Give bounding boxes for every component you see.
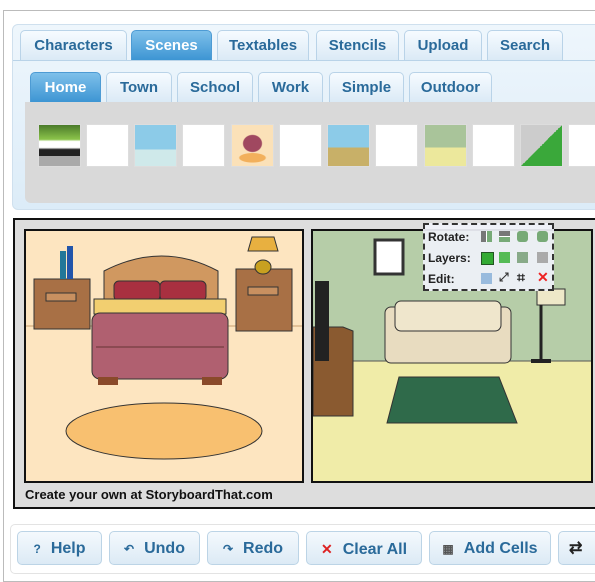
tab-scenes[interactable]: Scenes	[131, 30, 212, 60]
subtab-outdoor[interactable]: Outdoor	[409, 72, 492, 102]
canvas-caption: Create your own at StoryboardThat.com	[25, 487, 273, 502]
scene-thumbnail[interactable]	[182, 124, 225, 167]
scene-thumbnail[interactable]	[86, 124, 129, 167]
scene-thumbnails	[25, 102, 595, 203]
grid-icon: ▦	[442, 542, 454, 556]
scene-thumbnail[interactable]	[231, 124, 274, 167]
scene-thumbnail[interactable]	[134, 124, 177, 167]
undo-button[interactable]: ↶ Undo	[109, 531, 200, 565]
flip-horizontal-icon[interactable]	[481, 231, 492, 242]
scene-thumbnail[interactable]	[472, 124, 515, 167]
scene-thumbnail[interactable]	[38, 124, 81, 167]
copy-icon[interactable]	[481, 273, 492, 284]
rotate-label: Rotate:	[428, 230, 470, 244]
edit-label: Edit:	[428, 272, 455, 286]
selection-controls: Rotate: Layers: Edit: ⤢ ⌗ ✕	[423, 223, 554, 291]
send-backward-icon[interactable]	[517, 252, 528, 263]
bring-forward-icon[interactable]	[499, 252, 510, 263]
tab-characters[interactable]: Characters	[20, 30, 127, 60]
delete-icon[interactable]: ✕	[537, 270, 549, 284]
scene-thumbnail[interactable]	[375, 124, 418, 167]
redo-button[interactable]: ↷ Redo	[207, 531, 299, 565]
bedroom-scene	[26, 231, 302, 481]
add-cells-button[interactable]: ▦ Add Cells	[429, 531, 551, 565]
clear-all-label: Clear All	[342, 541, 408, 558]
tab-search[interactable]: Search	[487, 30, 563, 60]
tab-upload[interactable]: Upload	[404, 30, 482, 60]
tab-stencils[interactable]: Stencils	[316, 30, 399, 60]
subtab-home[interactable]: Home	[30, 72, 101, 102]
help-label: Help	[50, 540, 86, 557]
scene-thumbnail[interactable]	[568, 124, 595, 167]
send-to-back-icon[interactable]	[537, 252, 548, 263]
clear-icon: ✕	[320, 541, 333, 557]
subtab-simple[interactable]: Simple	[329, 72, 404, 102]
rotate-right-icon[interactable]	[537, 231, 548, 242]
tab-textables[interactable]: Textables	[217, 30, 309, 60]
flip-vertical-icon[interactable]	[499, 231, 510, 242]
help-icon: ?	[33, 542, 41, 556]
bring-to-front-icon[interactable]	[481, 252, 494, 265]
subtab-work[interactable]: Work	[258, 72, 323, 102]
storyboard-cell-1[interactable]	[24, 229, 304, 483]
tab-divider	[13, 60, 595, 61]
add-cells-label: Add Cells	[463, 540, 538, 557]
subtab-school[interactable]: School	[177, 72, 253, 102]
resize-icon[interactable]: ⤢	[499, 271, 510, 283]
rotate-left-icon[interactable]	[517, 231, 528, 242]
subtab-town[interactable]: Town	[106, 72, 172, 102]
undo-icon: ↶	[124, 542, 135, 556]
layers-label: Layers:	[428, 251, 471, 265]
undo-label: Undo	[144, 540, 185, 557]
scene-thumbnail[interactable]	[327, 124, 370, 167]
swap-button[interactable]: ⇄	[558, 531, 595, 565]
clear-all-button[interactable]: ✕ Clear All	[306, 531, 422, 565]
redo-label: Redo	[243, 540, 284, 557]
scene-thumbnail[interactable]	[520, 124, 563, 167]
help-button[interactable]: ? Help	[17, 531, 102, 565]
scene-thumbnail[interactable]	[424, 124, 467, 167]
scene-thumbnail[interactable]	[279, 124, 322, 167]
crop-icon[interactable]: ⌗	[517, 270, 528, 284]
swap-icon: ⇄	[569, 540, 583, 557]
redo-icon: ↷	[222, 542, 234, 556]
